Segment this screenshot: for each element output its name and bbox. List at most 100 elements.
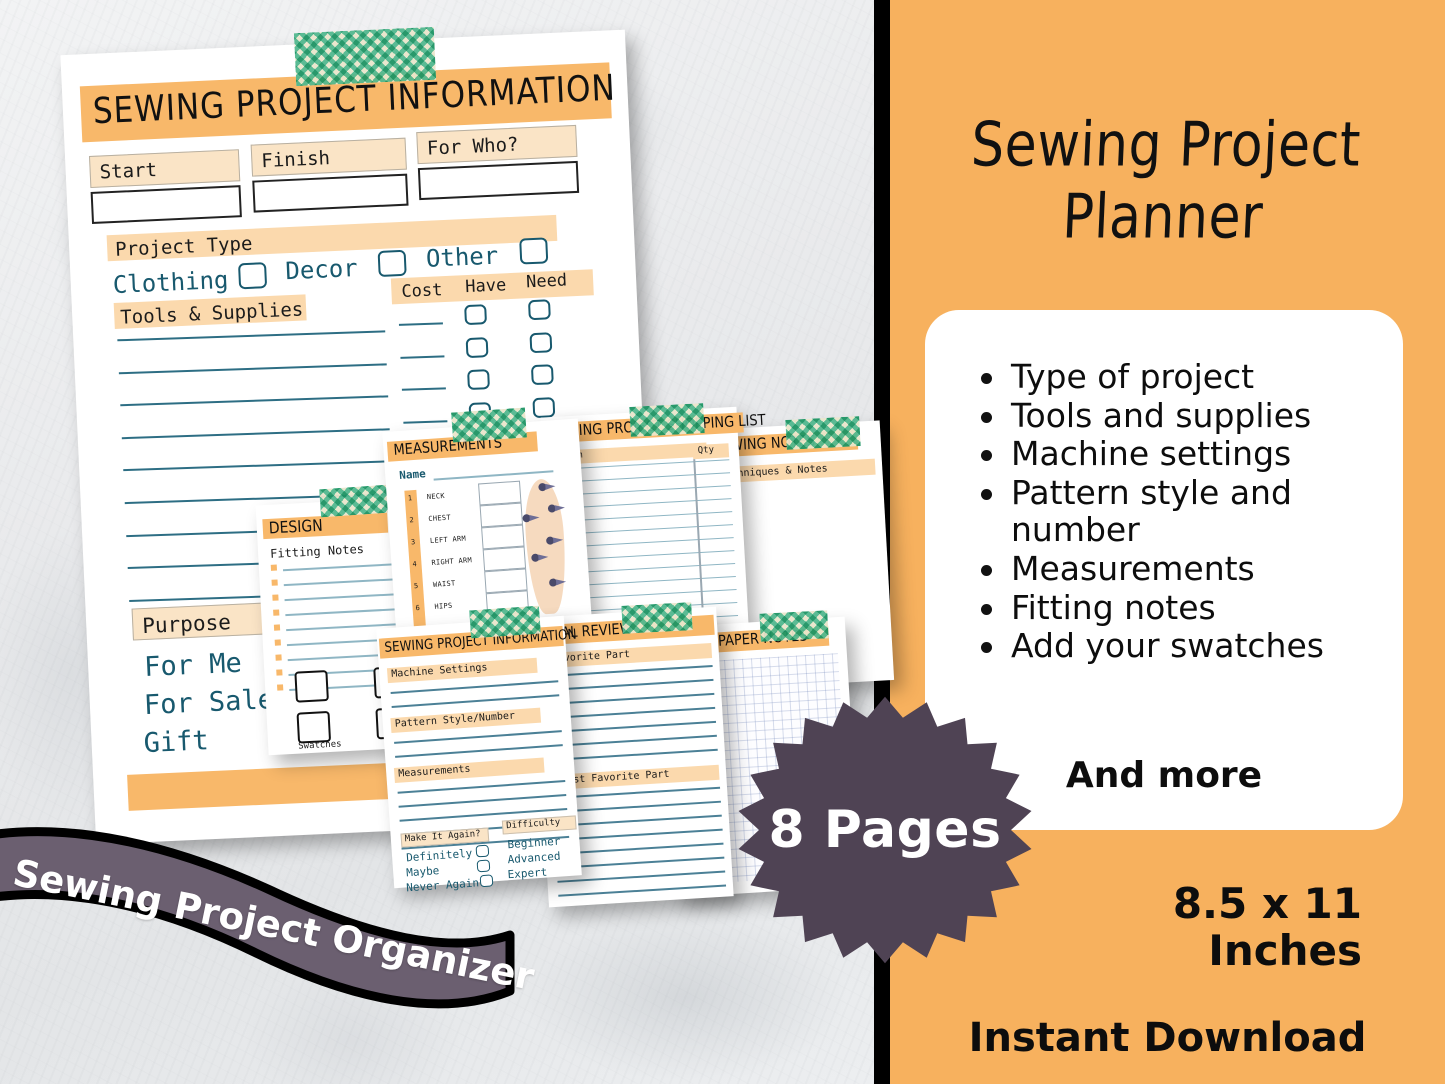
design-row-bullet: [273, 609, 280, 616]
field-input-forwho[interactable]: [417, 160, 580, 201]
project-type-checkbox-other[interactable]: [519, 237, 549, 265]
measurement-row-label: LEFT ARM: [429, 534, 467, 546]
shopping-row-line[interactable]: [563, 563, 736, 574]
design-row-bullet: [276, 669, 283, 676]
final-review-line[interactable]: [549, 734, 717, 747]
feature-list-item: Add your swatches: [973, 627, 1373, 665]
tools-column-cost: Cost: [401, 280, 443, 302]
measurement-row-number: 3: [410, 538, 416, 547]
tools-row-line[interactable]: [117, 330, 386, 342]
final-review-line[interactable]: [549, 748, 718, 761]
measurement-row-number: 2: [409, 516, 414, 525]
tools-row-line[interactable]: [118, 362, 387, 374]
final-review-line[interactable]: [558, 884, 727, 897]
tools-row-need-checkbox[interactable]: [530, 364, 554, 386]
info2-section-line[interactable]: [397, 780, 566, 794]
feature-list-item: Pattern style and number: [973, 473, 1373, 549]
body-figure: [521, 477, 570, 616]
final-review-line[interactable]: [545, 678, 714, 691]
tools-row-need-checkbox[interactable]: [527, 299, 551, 321]
info2-section-line[interactable]: [395, 744, 563, 758]
tools-column-need: Need: [525, 270, 568, 293]
info2-section-line[interactable]: [394, 730, 562, 744]
design-header-title: DESIGN: [268, 516, 324, 539]
shopping-row-line[interactable]: [559, 485, 731, 497]
shopping-row-line[interactable]: [561, 524, 733, 536]
field-label-finish: Finish: [260, 147, 331, 173]
product-title: Sewing Project Planner: [884, 110, 1445, 255]
info2-section-line[interactable]: [391, 694, 560, 708]
pages-badge-label: 8 Pages: [768, 800, 1002, 860]
project-type-option-decor[interactable]: Decor: [285, 254, 358, 285]
tools-row-cost-line[interactable]: [400, 354, 445, 359]
shopping-row-line[interactable]: [560, 511, 733, 523]
tools-row-line[interactable]: [123, 460, 392, 472]
project-type-option-clothing[interactable]: Clothing: [112, 266, 229, 299]
final-review-line[interactable]: [544, 664, 713, 677]
final-review-line[interactable]: [557, 870, 726, 883]
tools-row-line[interactable]: [121, 428, 390, 439]
purpose-option-for-sale[interactable]: For Sale: [143, 684, 274, 721]
measurement-row-number: 5: [413, 581, 419, 591]
washi-tape-info2: [469, 605, 541, 639]
tools-row-need-checkbox[interactable]: [529, 331, 553, 353]
final-review-line[interactable]: [547, 706, 716, 719]
measurement-pin-tail: [554, 504, 566, 512]
tools-row-cost-line[interactable]: [401, 387, 446, 391]
project-type-checkbox-clothing[interactable]: [237, 262, 268, 290]
measurement-row-value-box[interactable]: [484, 568, 528, 594]
measurement-row-value-box[interactable]: [479, 502, 524, 528]
purpose-heading: Purpose: [141, 610, 232, 639]
measurements-name-label: Name: [398, 467, 427, 483]
feature-list-item: Measurements: [973, 550, 1373, 588]
tools-row-have-checkbox[interactable]: [464, 304, 488, 326]
purpose-option-gift[interactable]: Gift: [143, 725, 209, 759]
purpose-option-for-me[interactable]: For Me: [144, 648, 243, 683]
measurement-row-value-box[interactable]: [481, 524, 525, 550]
design-subheading: Fitting Notes: [269, 541, 365, 561]
measurement-row-label: CHEST: [428, 513, 452, 524]
product-title-line2: Planner: [1060, 182, 1265, 254]
measurement-row-label: WAIST: [432, 579, 456, 589]
tools-row-line[interactable]: [120, 395, 389, 407]
shopping-row-line[interactable]: [564, 589, 737, 600]
design-row-bullet: [271, 579, 278, 586]
info2-section-line[interactable]: [390, 680, 559, 694]
measurement-row-value-box[interactable]: [478, 480, 522, 506]
field-input-finish[interactable]: [252, 173, 409, 213]
field-label-start: Start: [99, 158, 158, 184]
final-review-line[interactable]: [552, 786, 721, 799]
shopping-row-line[interactable]: [564, 576, 736, 587]
measurement-row-label: NECK: [426, 491, 446, 502]
measurement-pin-tail: [538, 553, 549, 561]
tools-row-need-checkbox[interactable]: [532, 396, 556, 418]
measurement-row-value-box[interactable]: [482, 546, 527, 572]
final-review-line[interactable]: [556, 856, 725, 869]
shopping-row-line[interactable]: [558, 472, 731, 484]
final-review-line[interactable]: [553, 814, 722, 827]
final-review-line[interactable]: [555, 842, 724, 855]
final-review-line[interactable]: [548, 720, 717, 733]
final-review-line[interactable]: [554, 828, 723, 841]
shopping-col-qty: Qty: [697, 445, 715, 456]
tools-row-have-checkbox[interactable]: [465, 336, 489, 358]
tools-row-have-checkbox[interactable]: [467, 369, 490, 391]
washi-tape-final: [621, 602, 693, 634]
design-row-bullet: [273, 624, 281, 631]
measurement-pin-tail: [529, 514, 540, 522]
tools-row-cost-line[interactable]: [398, 322, 443, 326]
tools-row-cost-line[interactable]: [403, 420, 448, 424]
project-type-checkbox-decor[interactable]: [377, 249, 407, 278]
design-row-bullet: [274, 639, 281, 646]
design-row-bullet: [277, 684, 284, 691]
shopping-row-line[interactable]: [559, 498, 732, 510]
shopping-row-line[interactable]: [561, 537, 734, 548]
field-input-start[interactable]: [90, 185, 242, 224]
final-review-line[interactable]: [553, 800, 721, 813]
final-review-line[interactable]: [546, 692, 715, 705]
project-type-option-other[interactable]: Other: [425, 242, 498, 273]
listing-image-canvas: SEWING PROJECT INFORMATION Start Finish …: [0, 0, 1445, 1084]
measurement-pin-tail: [552, 536, 564, 544]
shopping-row-line[interactable]: [562, 550, 735, 561]
swatch-box: [296, 710, 332, 744]
